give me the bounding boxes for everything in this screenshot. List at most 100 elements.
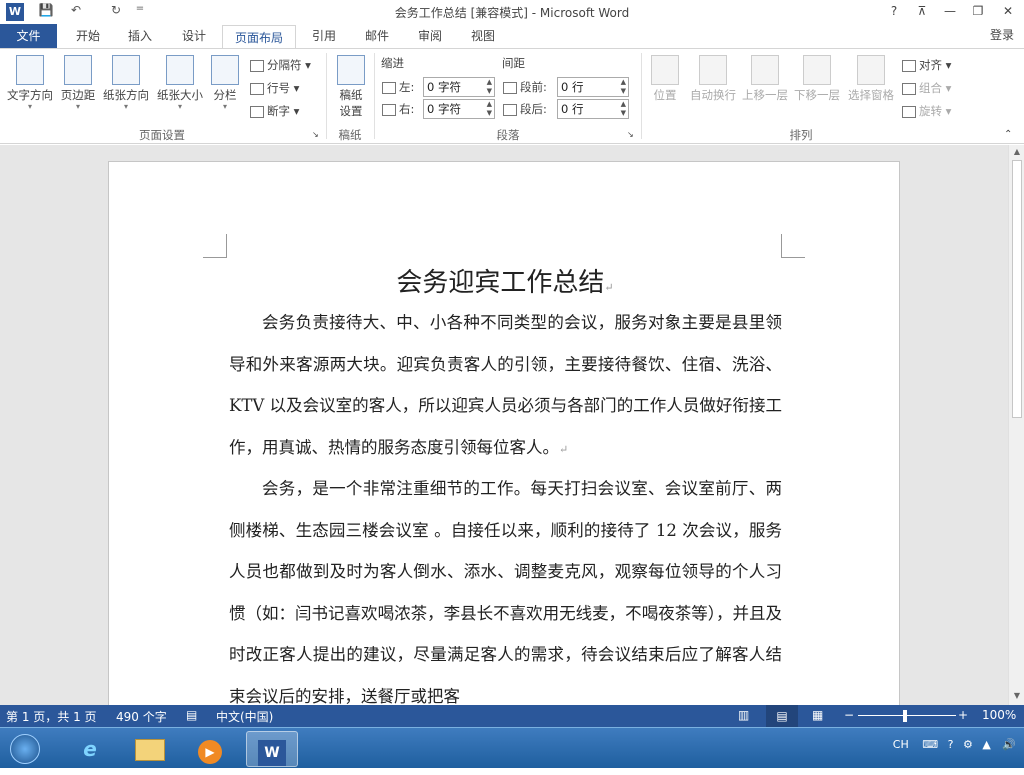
text-direction-button[interactable]: 文字方向 ▾	[4, 55, 56, 111]
show-hidden-icons-icon[interactable]: ▲	[982, 738, 990, 751]
breaks-icon	[250, 59, 264, 72]
page-count[interactable]: 第 1 页，共 1 页	[6, 708, 97, 725]
word-taskbar-icon[interactable]: W	[246, 731, 298, 767]
minimize-button[interactable]: —	[936, 0, 964, 22]
spinner-arrows-icon[interactable]: ▲ ▼	[621, 100, 626, 118]
columns-button[interactable]: 分栏 ▾	[208, 55, 242, 111]
zoom-slider-thumb[interactable]	[903, 710, 907, 722]
keyboard-icon[interactable]: ⌨	[922, 738, 938, 751]
file-explorer-icon[interactable]	[124, 731, 176, 767]
spacing-after-icon	[503, 103, 517, 116]
tab-home[interactable]: 开始	[66, 24, 110, 48]
zoom-level[interactable]: 100%	[982, 708, 1016, 722]
ribbon-display-options-button[interactable]: ⊼	[908, 0, 936, 22]
zoom-in-icon[interactable]: +	[958, 708, 968, 722]
wrap-text-button[interactable]: 自动换行	[688, 55, 738, 103]
send-backward-button[interactable]: 下移一层	[792, 55, 842, 103]
help-button[interactable]: ?	[880, 0, 908, 22]
tab-references[interactable]: 引用	[302, 24, 346, 48]
spacing-before-input[interactable]: 0 行 ▲ ▼	[557, 77, 629, 97]
tab-design[interactable]: 设计	[172, 24, 216, 48]
tab-page-layout[interactable]: 页面布局	[222, 25, 296, 49]
manuscript-label-line2: 设置	[339, 104, 363, 118]
group-divider	[326, 53, 327, 139]
breaks-button[interactable]: 分隔符 ▾	[250, 55, 311, 75]
group-label: 组合	[919, 81, 942, 95]
breaks-label: 分隔符	[267, 58, 302, 72]
bring-forward-button[interactable]: 上移一层	[740, 55, 790, 103]
position-button[interactable]: 位置	[648, 55, 682, 103]
login-link[interactable]: 登录	[990, 24, 1024, 46]
manuscript-label-line1: 稿纸	[339, 88, 363, 102]
web-layout-icon[interactable]: ▦	[812, 708, 823, 722]
spinner-arrows-icon[interactable]: ▲ ▼	[621, 78, 626, 96]
indent-right-input[interactable]: 0 字符 ▲ ▼	[423, 99, 495, 119]
tab-mailings[interactable]: 邮件	[355, 24, 399, 48]
help-tray-icon[interactable]: ?	[948, 738, 954, 751]
internet-explorer-icon[interactable]: e	[64, 731, 116, 767]
margins-button[interactable]: 页边距 ▾	[58, 55, 98, 111]
dialog-launcher-icon[interactable]: ↘	[312, 125, 319, 145]
dialog-launcher-icon[interactable]: ↘	[627, 125, 634, 145]
start-orb-icon[interactable]	[2, 731, 48, 767]
rotate-icon	[902, 105, 916, 118]
spacing-after-input[interactable]: 0 行 ▲ ▼	[557, 99, 629, 119]
rotate-button[interactable]: 旋转 ▾	[902, 101, 951, 121]
align-button[interactable]: 对齐 ▾	[902, 55, 951, 75]
word-count[interactable]: 490 个字	[116, 708, 167, 725]
document-title[interactable]: 会务迎宾工作总结↵	[109, 262, 901, 299]
line-numbers-button[interactable]: 行号 ▾	[250, 78, 299, 98]
text-direction-icon	[16, 55, 44, 85]
orientation-button[interactable]: 纸张方向 ▾	[100, 55, 152, 111]
hyphenation-button[interactable]: 断字 ▾	[250, 101, 299, 121]
hyphenation-label: 断字	[267, 104, 290, 118]
indent-left-input[interactable]: 0 字符 ▲ ▼	[423, 77, 495, 97]
wrap-text-icon	[699, 55, 727, 85]
print-layout-icon[interactable]: ▤	[766, 705, 798, 727]
hyphenation-icon	[250, 105, 264, 118]
paper-size-label: 纸张大小	[157, 88, 203, 102]
paper-size-button[interactable]: 纸张大小 ▾	[154, 55, 206, 111]
volume-icon[interactable]: 🔊	[1002, 738, 1016, 751]
margins-icon	[64, 55, 92, 85]
paragraph-group-label: 段落	[496, 128, 520, 142]
spinner-arrows-icon[interactable]: ▲ ▼	[487, 78, 492, 96]
selection-pane-button[interactable]: 选择窗格	[844, 55, 898, 103]
collapse-ribbon-icon[interactable]: ⌃	[1004, 125, 1012, 145]
status-bar: 第 1 页，共 1 页 490 个字 ▤ 中文(中国) ▥ ▤ ▦ − + 10…	[0, 705, 1024, 727]
manuscript-settings-button[interactable]: 稿纸 设置	[334, 55, 368, 119]
send-backward-label: 下移一层	[794, 88, 840, 102]
document-page[interactable]: 会务迎宾工作总结↵ 会务负责接待大、中、小各种不同类型的会议，服务对象主要是县里…	[108, 161, 900, 705]
wrap-text-label: 自动换行	[690, 88, 736, 102]
document-paragraph-2[interactable]: 会务，是一个非常注重细节的工作。每天打扫会议室、会议室前厅、两侧楼梯、生态园三楼…	[229, 468, 782, 705]
tab-view[interactable]: 视图	[461, 24, 505, 48]
document-paragraph-1[interactable]: 会务负责接待大、中、小各种不同类型的会议，服务对象主要是县里领导和外来客源两大块…	[229, 302, 782, 470]
close-button[interactable]: ✕	[994, 0, 1022, 22]
ribbon: 文字方向 ▾ 页边距 ▾ 纸张方向 ▾ 纸张大小 ▾ 分栏 ▾ 分隔符 ▾ 行号…	[0, 48, 1024, 144]
zoom-out-icon[interactable]: −	[844, 708, 854, 722]
paper-size-icon	[166, 55, 194, 85]
tab-review[interactable]: 审阅	[408, 24, 452, 48]
language-status[interactable]: 中文(中国)	[216, 708, 273, 725]
zoom-slider[interactable]	[858, 715, 956, 716]
scrollbar-thumb[interactable]	[1012, 160, 1022, 418]
document-area: 会务迎宾工作总结↵ 会务负责接待大、中、小各种不同类型的会议，服务对象主要是县里…	[0, 145, 1008, 705]
ime-indicator[interactable]: CH	[893, 738, 909, 751]
scroll-down-icon[interactable]: ▼	[1012, 691, 1022, 700]
group-icon	[902, 82, 916, 95]
tab-file[interactable]: 文件	[0, 24, 57, 48]
media-player-icon[interactable]: ▶	[184, 731, 236, 767]
scroll-up-icon[interactable]: ▲	[1012, 147, 1022, 156]
group-button[interactable]: 组合 ▾	[902, 78, 951, 98]
spinner-arrows-icon[interactable]: ▲ ▼	[487, 100, 492, 118]
line-numbers-label: 行号	[267, 81, 290, 95]
indent-left-icon	[382, 81, 396, 94]
proofing-icon[interactable]: ▤	[186, 708, 197, 722]
system-tray: CH ⌨ ? ⚙ ▲ 🔊	[893, 738, 1016, 751]
restore-button[interactable]: ❐	[964, 0, 992, 22]
read-mode-icon[interactable]: ▥	[738, 708, 749, 722]
tab-insert[interactable]: 插入	[118, 24, 162, 48]
settings-tray-icon[interactable]: ⚙	[963, 738, 973, 751]
title-bar: W 💾 ↶ ↻ = 会务工作总结 [兼容模式] - Microsoft Word…	[0, 0, 1024, 24]
vertical-scrollbar[interactable]: ▲ ▼	[1008, 145, 1024, 705]
